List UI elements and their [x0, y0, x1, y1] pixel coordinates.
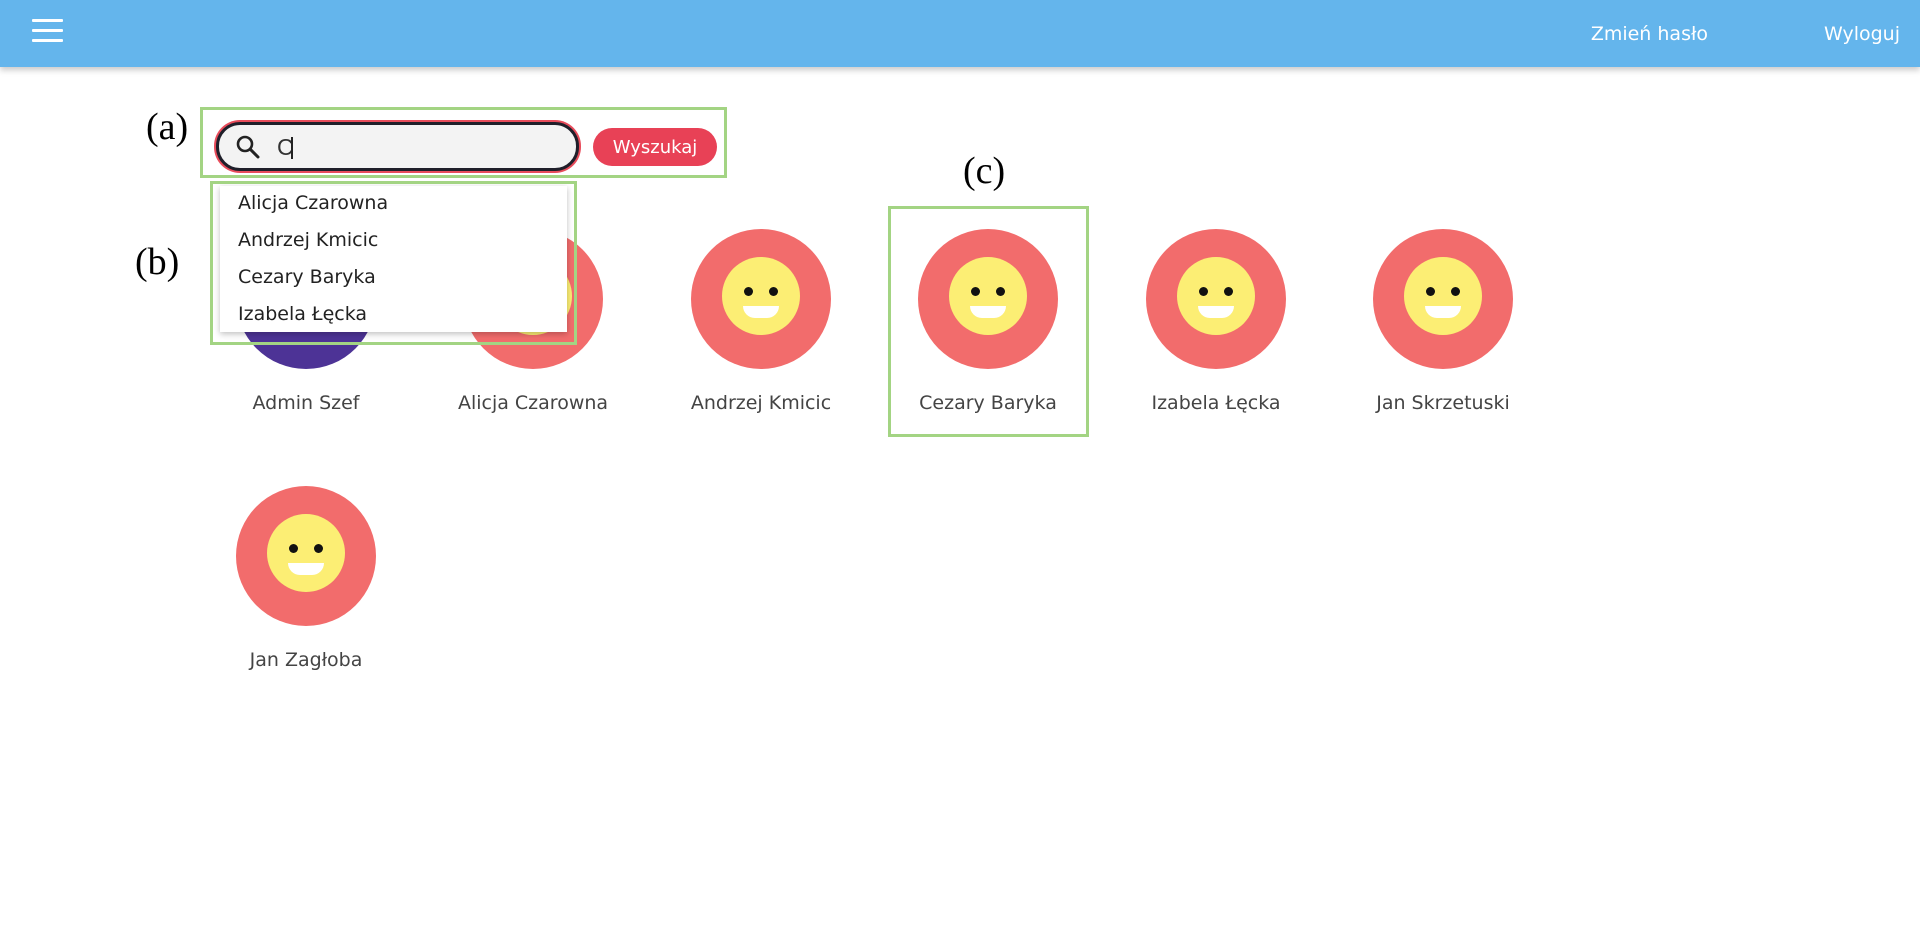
hamburger-line: [32, 29, 63, 32]
user-name: Jan Skrzetuski: [1376, 392, 1510, 414]
eye: [744, 287, 753, 296]
smiley-face-icon: [267, 514, 345, 592]
eye: [1199, 287, 1208, 296]
smile: [1425, 306, 1461, 318]
annotation-box-a: [200, 107, 727, 178]
smiley-face-icon: [722, 257, 800, 335]
smiley-avatar: [1373, 229, 1513, 369]
smiley-avatar: [1146, 229, 1286, 369]
smiley-avatar: [691, 229, 831, 369]
eye: [1426, 287, 1435, 296]
smile: [1198, 306, 1234, 318]
eye: [769, 287, 778, 296]
annotation-label-a: (a): [146, 106, 189, 148]
annotation-box-c: [888, 206, 1089, 437]
eye: [1224, 287, 1233, 296]
logout-link[interactable]: Wyloguj: [1824, 23, 1900, 45]
eye: [289, 544, 298, 553]
user-name: Izabela Łęcka: [1151, 392, 1281, 414]
hamburger-line: [32, 19, 63, 22]
change-password-link[interactable]: Zmień hasło: [1591, 23, 1708, 45]
user-card[interactable]: Jan Zagłoba: [206, 486, 406, 671]
user-card[interactable]: Izabela Łęcka: [1116, 229, 1316, 414]
annotation-label-c: (c): [963, 150, 1006, 192]
user-name: Andrzej Kmicic: [690, 392, 832, 414]
smile: [743, 306, 779, 318]
user-card[interactable]: Jan Skrzetuski: [1343, 229, 1543, 414]
hamburger-menu-icon[interactable]: [32, 17, 63, 43]
hamburger-line: [32, 39, 63, 42]
eye: [314, 544, 323, 553]
annotation-label-b: (b): [135, 241, 180, 283]
eye: [1451, 287, 1460, 296]
page: Zmień hasło Wyloguj (a) (b) (c) Admin Sz…: [0, 0, 1920, 941]
top-navbar: Zmień hasło Wyloguj: [0, 0, 1920, 67]
user-name: Admin Szef: [252, 392, 360, 414]
annotation-box-b: [210, 181, 577, 345]
smiley-face-icon: [1177, 257, 1255, 335]
smile: [288, 563, 324, 575]
smiley-face-icon: [1404, 257, 1482, 335]
smiley-avatar: [236, 486, 376, 626]
user-card[interactable]: Andrzej Kmicic: [661, 229, 861, 414]
user-name: Jan Zagłoba: [249, 649, 363, 671]
user-name: Alicja Czarowna: [457, 392, 609, 414]
